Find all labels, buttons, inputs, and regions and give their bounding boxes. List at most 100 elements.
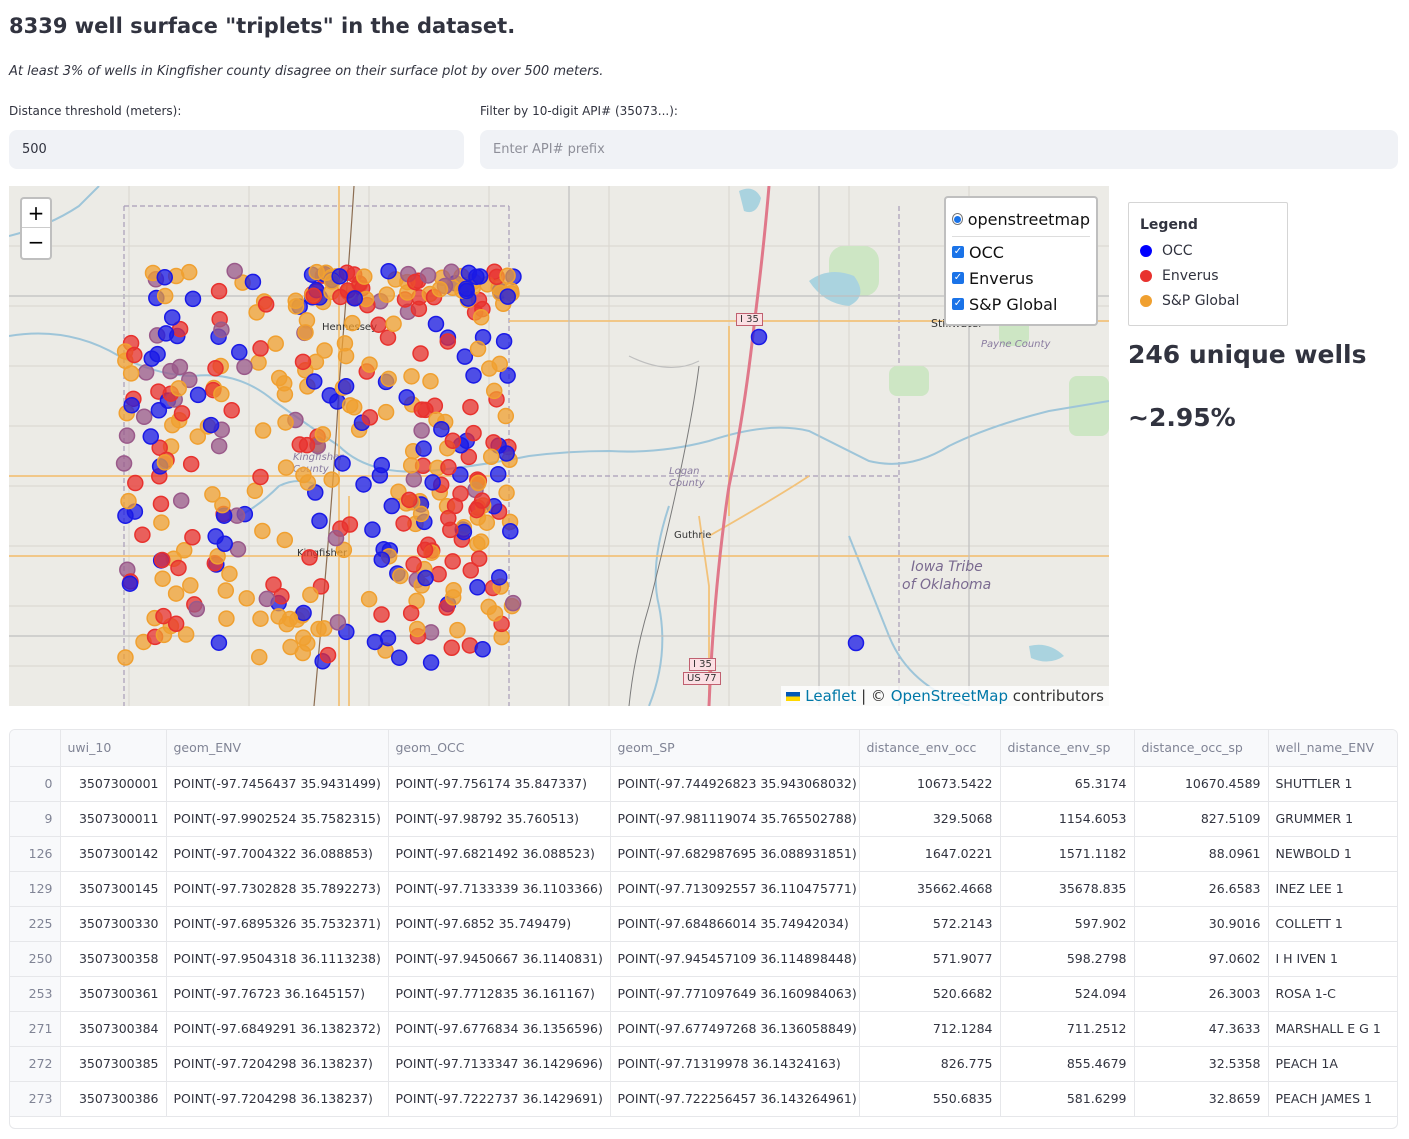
well-marker[interactable] xyxy=(440,459,457,476)
well-marker[interactable] xyxy=(417,569,434,587)
well-marker[interactable] xyxy=(482,448,500,465)
well-marker[interactable] xyxy=(444,432,462,449)
well-marker[interactable] xyxy=(431,280,449,298)
well-marker[interactable] xyxy=(383,497,401,515)
well-marker[interactable] xyxy=(485,382,503,400)
well-marker[interactable] xyxy=(361,409,379,426)
well-marker[interactable] xyxy=(750,328,768,346)
table-row[interactable]: 129 3507300145 POINT(-97.7302828 35.789227… xyxy=(10,871,1397,907)
well-marker[interactable] xyxy=(127,474,144,492)
well-marker[interactable] xyxy=(337,378,355,395)
table-row[interactable]: 225 3507300330 POINT(-97.6895326 35.753237… xyxy=(10,906,1397,942)
well-marker[interactable] xyxy=(156,454,174,471)
well-marker[interactable] xyxy=(433,420,450,438)
well-marker[interactable] xyxy=(474,641,491,658)
well-marker[interactable] xyxy=(123,397,140,414)
well-marker[interactable] xyxy=(258,590,276,608)
well-marker[interactable] xyxy=(504,594,522,612)
well-marker[interactable] xyxy=(444,589,462,606)
well-marker[interactable] xyxy=(231,343,248,361)
well-marker[interactable] xyxy=(443,639,460,657)
well-marker[interactable] xyxy=(502,522,519,540)
well-marker[interactable] xyxy=(468,501,485,519)
well-marker[interactable] xyxy=(472,533,490,550)
well-marker[interactable] xyxy=(221,565,238,583)
zoom-out-button[interactable]: − xyxy=(22,228,50,257)
well-marker[interactable] xyxy=(218,610,235,627)
well-marker[interactable] xyxy=(439,333,457,350)
well-marker[interactable] xyxy=(210,437,228,455)
well-marker[interactable] xyxy=(405,556,422,573)
well-marker[interactable] xyxy=(323,471,340,488)
well-marker[interactable] xyxy=(332,288,349,306)
column-header[interactable]: distance_occ_sp xyxy=(1134,730,1269,767)
well-marker[interactable] xyxy=(207,360,224,377)
overlay-occ[interactable]: ✓ OCC xyxy=(952,239,1090,265)
well-marker[interactable] xyxy=(405,471,423,488)
well-marker[interactable] xyxy=(465,367,482,384)
well-marker[interactable] xyxy=(170,559,187,577)
well-marker[interactable] xyxy=(364,521,381,538)
well-marker[interactable] xyxy=(424,474,441,491)
well-marker[interactable] xyxy=(167,615,185,633)
overlay-sp-global[interactable]: ✓ S&P Global xyxy=(952,291,1090,317)
well-marker[interactable] xyxy=(422,654,440,671)
well-marker[interactable] xyxy=(311,512,328,530)
well-marker[interactable] xyxy=(250,354,267,371)
well-marker[interactable] xyxy=(321,387,339,404)
zoom-in-button[interactable]: + xyxy=(22,199,50,228)
well-marker[interactable] xyxy=(497,407,515,425)
well-marker[interactable] xyxy=(385,315,402,333)
well-marker[interactable] xyxy=(137,364,155,381)
well-marker[interactable] xyxy=(297,324,314,341)
column-header[interactable]: uwi_10 xyxy=(60,730,167,767)
well-marker[interactable] xyxy=(152,495,170,513)
well-marker[interactable] xyxy=(305,373,323,390)
well-marker[interactable] xyxy=(380,370,397,388)
column-header[interactable] xyxy=(10,730,61,767)
well-marker[interactable] xyxy=(486,605,504,622)
well-marker[interactable] xyxy=(366,633,384,651)
well-marker[interactable] xyxy=(370,316,387,333)
well-marker[interactable] xyxy=(346,290,363,307)
well-marker[interactable] xyxy=(408,620,426,638)
well-marker[interactable] xyxy=(373,606,390,623)
results-table[interactable]: uwi_10 geom_ENV geom_OCC geom_SP distance_en… xyxy=(9,729,1398,1129)
well-marker[interactable] xyxy=(422,372,439,390)
openstreetmap-link[interactable]: OpenStreetMap xyxy=(891,687,1008,705)
well-marker[interactable] xyxy=(329,614,347,631)
well-marker[interactable] xyxy=(163,309,181,326)
well-marker[interactable] xyxy=(270,369,288,387)
well-marker[interactable] xyxy=(210,282,228,300)
well-marker[interactable] xyxy=(413,422,430,439)
well-marker[interactable] xyxy=(226,262,243,280)
table-row[interactable]: 0 3507300001 POINT(-97.7456437 35.9431499)… xyxy=(10,766,1397,802)
well-marker[interactable] xyxy=(156,269,173,286)
well-marker[interactable] xyxy=(294,353,312,371)
well-marker[interactable] xyxy=(416,541,434,559)
distance-threshold-input[interactable] xyxy=(9,130,464,169)
well-marker[interactable] xyxy=(452,485,469,502)
column-header[interactable]: geom_ENV xyxy=(166,730,389,767)
well-marker[interactable] xyxy=(134,526,151,543)
well-marker[interactable] xyxy=(373,551,391,568)
well-marker[interactable] xyxy=(470,474,487,492)
well-marker[interactable] xyxy=(126,346,143,364)
overlay-enverus[interactable]: ✓ Enverus xyxy=(952,265,1090,291)
well-marker[interactable] xyxy=(498,445,515,462)
well-marker[interactable] xyxy=(472,309,490,326)
well-marker[interactable] xyxy=(213,385,230,403)
well-marker[interactable] xyxy=(390,649,408,666)
well-marker[interactable] xyxy=(157,325,175,342)
well-marker[interactable] xyxy=(167,585,185,602)
well-marker[interactable] xyxy=(182,455,200,473)
well-marker[interactable] xyxy=(341,397,359,414)
well-marker[interactable] xyxy=(336,335,354,352)
well-marker[interactable] xyxy=(378,286,396,303)
well-marker[interactable] xyxy=(214,496,231,514)
well-marker[interactable] xyxy=(341,516,359,533)
well-marker[interactable] xyxy=(402,457,420,474)
column-header[interactable]: well_name_ENV xyxy=(1268,730,1397,767)
well-marker[interactable] xyxy=(380,262,397,280)
well-marker[interactable] xyxy=(188,600,206,618)
